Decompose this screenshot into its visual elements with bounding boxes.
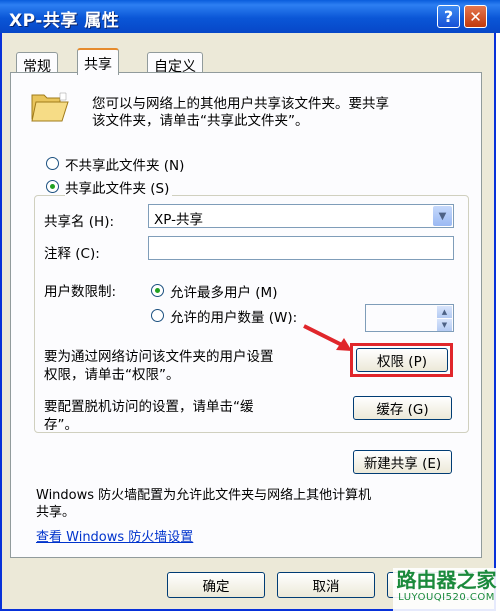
watermark-name: 路由器之家 — [396, 568, 497, 592]
firewall-settings-link[interactable]: 查看 Windows 防火墙设置 — [36, 526, 193, 545]
red-arrow-annotation — [302, 323, 354, 353]
allowed-users-radio[interactable] — [151, 309, 164, 322]
firewall-text-line1: Windows 防火墙配置为允许此文件夹与网络上其他计算机 — [36, 488, 372, 503]
user-count-spinbox[interactable]: ▲ ▼ — [365, 304, 454, 332]
permissions-highlight-box — [350, 343, 453, 377]
max-users-label: 允许最多用户 (M) — [170, 285, 278, 301]
max-users-radio[interactable] — [151, 284, 164, 297]
caching-desc-line1: 要配置脱机访问的设置，请单击“缓 — [44, 399, 254, 415]
caching-button-label: 缓存 (G) — [376, 402, 429, 418]
shared-folder-icon — [30, 89, 72, 125]
spin-down-icon[interactable]: ▼ — [437, 319, 452, 331]
permissions-desc-line2: 权限，请单击“权限”。 — [44, 367, 180, 383]
comment-label: 注释 (C): — [44, 246, 100, 262]
share-label: 共享此文件夹 (S) — [65, 177, 173, 197]
permissions-desc-line1: 要为通过网络访问该文件夹的用户设置 — [44, 349, 274, 365]
share-name-value: XP-共享 — [154, 212, 203, 228]
comment-input[interactable] — [148, 236, 454, 260]
ok-button-label: 确定 — [202, 579, 230, 595]
firewall-text-line2: 共享。 — [36, 505, 76, 520]
share-name-combobox[interactable]: XP-共享 ▼ — [148, 204, 454, 228]
chevron-down-icon[interactable]: ▼ — [433, 206, 452, 226]
cancel-button-label: 取消 — [312, 579, 340, 595]
new-share-button-label: 新建共享 (E) — [363, 456, 442, 472]
no-share-radio[interactable] — [46, 157, 59, 170]
watermark-url: LUYOUQI520.COM — [398, 592, 495, 603]
new-share-button[interactable]: 新建共享 (E) — [353, 450, 452, 474]
ok-button[interactable]: 确定 — [167, 572, 265, 598]
no-share-label: 不共享此文件夹 (N) — [65, 158, 185, 174]
intro-text-line2: 该文件夹，请单击“共享此文件夹”。 — [92, 113, 309, 129]
share-radio[interactable] — [46, 180, 59, 193]
spin-up-icon[interactable]: ▲ — [437, 306, 452, 318]
site-watermark-logo: 路由器之家 LUYOUQI520.COM — [393, 568, 500, 613]
allowed-users-label: 允许的用户数量 (W): — [170, 310, 298, 326]
cancel-button[interactable]: 取消 — [277, 572, 375, 598]
caching-desc-line2: 存”。 — [44, 417, 78, 433]
share-name-label: 共享名 (H): — [44, 214, 115, 230]
caching-button[interactable]: 缓存 (G) — [353, 396, 452, 420]
user-limit-label: 用户数限制: — [44, 284, 117, 300]
